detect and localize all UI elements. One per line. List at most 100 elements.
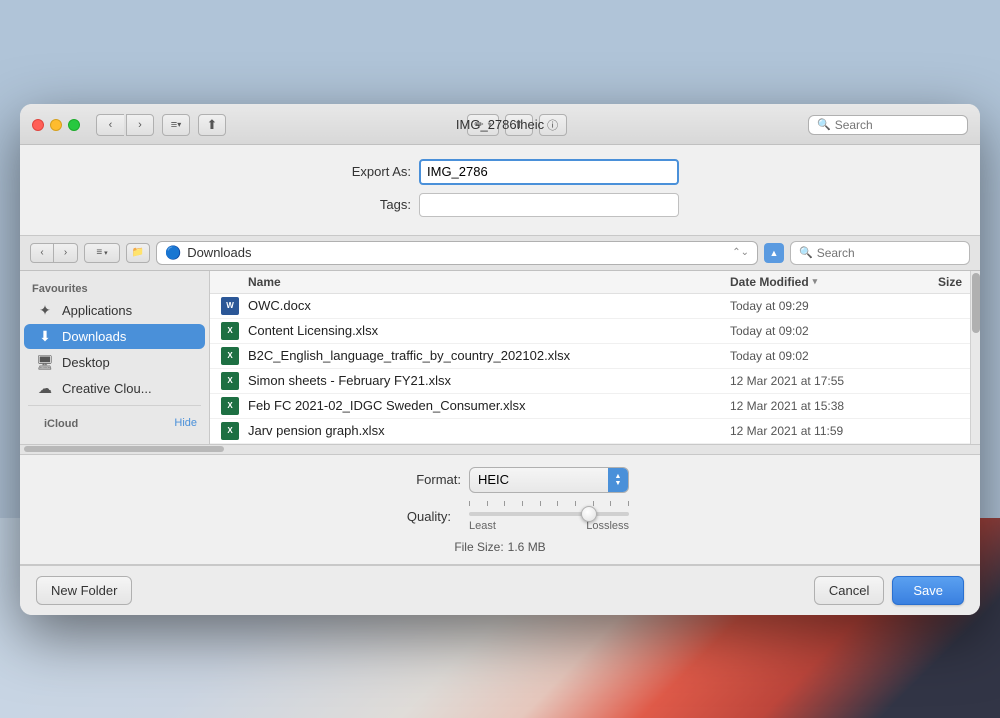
- maximize-button[interactable]: [68, 119, 80, 131]
- sidebar-item-desktop[interactable]: 🖥 Desktop: [24, 350, 205, 375]
- vertical-scrollbar[interactable]: [970, 271, 980, 444]
- sidebar-item-label-desktop: Desktop: [62, 355, 110, 370]
- horizontal-scrollbar[interactable]: [20, 444, 980, 454]
- format-value: HEIC: [478, 472, 509, 487]
- file-icon-docx: W: [218, 297, 242, 315]
- file-date: 12 Mar 2021 at 15:38: [730, 399, 910, 413]
- tick: [504, 501, 505, 506]
- tick: [522, 501, 523, 506]
- tags-label: Tags:: [321, 197, 411, 212]
- view-toggle-button[interactable]: ≡ ▾: [162, 114, 190, 136]
- quality-slider-thumb[interactable]: [581, 506, 597, 522]
- browser-forward-button[interactable]: ›: [54, 243, 78, 263]
- format-section: Format: HEIC ▲▼ Quality:: [20, 454, 980, 565]
- quality-row: Quality: Least: [20, 501, 980, 532]
- sidebar-item-label-applications: Applications: [62, 303, 132, 318]
- table-row[interactable]: W OWC.docx Today at 09:29: [210, 294, 970, 319]
- share-button[interactable]: ⬆: [198, 114, 226, 136]
- export-as-input[interactable]: [419, 159, 679, 185]
- file-icon-xlsx2: X: [218, 347, 242, 365]
- search-icon: 🔍: [817, 118, 831, 131]
- toolbar-search-input[interactable]: [835, 118, 959, 132]
- downloads-icon: ⬇: [36, 328, 54, 345]
- xlsx-icon: X: [221, 372, 239, 390]
- desktop-icon: 🖥: [36, 354, 54, 371]
- tags-row: Tags:: [20, 193, 980, 217]
- table-row[interactable]: X B2C_English_language_traffic_by_countr…: [210, 344, 970, 369]
- col-header-name[interactable]: Name: [210, 275, 730, 289]
- browser-back-button[interactable]: ‹: [30, 243, 54, 263]
- expand-location-button[interactable]: ▲: [764, 243, 784, 263]
- forward-button[interactable]: ›: [126, 114, 154, 136]
- xlsx-icon: X: [221, 322, 239, 340]
- file-list: Name Date Modified ▾ Size W OWC.docx Tod…: [210, 271, 970, 444]
- filesize-label: File Size:: [454, 540, 503, 554]
- col-header-date[interactable]: Date Modified ▾: [730, 275, 910, 289]
- docx-icon: W: [221, 297, 239, 315]
- tick: [487, 501, 488, 506]
- tick: [469, 501, 470, 506]
- browser-toolbar: ‹ › ≡ ▾ 📁 🔵 Downloads ⌃⌄ ▲ 🔍: [20, 236, 980, 271]
- xlsx-icon: X: [221, 397, 239, 415]
- window-title: IMG_2786.heic: [456, 117, 544, 132]
- format-select[interactable]: HEIC ▲▼: [469, 467, 629, 493]
- sidebar-item-label-downloads: Downloads: [62, 329, 126, 344]
- sidebar-icloud-title: iCloud: [32, 414, 90, 432]
- file-date: Today at 09:29: [730, 299, 910, 313]
- sidebar-item-applications[interactable]: ✦ Applications: [24, 298, 205, 323]
- format-dropdown-arrow[interactable]: ▲▼: [608, 468, 628, 492]
- sidebar-item-label-creative-cloud: Creative Clou...: [62, 381, 152, 396]
- new-folder-small-button[interactable]: 📁: [126, 243, 150, 263]
- tags-input[interactable]: [419, 193, 679, 217]
- sidebar-item-downloads[interactable]: ⬇ Downloads: [24, 324, 205, 349]
- sidebar-item-creative-cloud[interactable]: ☁ Creative Clou...: [24, 376, 205, 401]
- save-button[interactable]: Save: [892, 576, 964, 605]
- browser-search-box[interactable]: 🔍: [790, 241, 970, 265]
- sort-arrow-icon: ▾: [813, 276, 818, 287]
- window-title-area: ✏ ▾ ⬆ ⓘ IMG_2786.heic: [234, 114, 800, 136]
- applications-icon: ✦: [36, 302, 54, 319]
- col-header-size: Size: [910, 275, 970, 289]
- tick: [610, 501, 611, 506]
- location-text: Downloads: [187, 245, 726, 260]
- file-list-header: Name Date Modified ▾ Size: [210, 271, 970, 294]
- minimize-button[interactable]: [50, 119, 62, 131]
- file-icon-xlsx3: X: [218, 372, 242, 390]
- browser-search-input[interactable]: [817, 246, 961, 260]
- slider-ticks: [469, 501, 629, 506]
- view-mode-button[interactable]: ≡ ▾: [84, 243, 120, 263]
- cancel-button[interactable]: Cancel: [814, 576, 884, 605]
- close-button[interactable]: [32, 119, 44, 131]
- new-folder-button[interactable]: New Folder: [36, 576, 132, 605]
- back-button[interactable]: ‹: [96, 114, 124, 136]
- icloud-hide-button[interactable]: Hide: [174, 417, 197, 429]
- h-scrollbar-thumb[interactable]: [24, 446, 224, 452]
- file-name: OWC.docx: [242, 298, 730, 313]
- sidebar: Favourites ✦ Applications ⬇ Downloads 🖥 …: [20, 271, 210, 444]
- sidebar-divider: [28, 405, 201, 406]
- format-row: Format: HEIC ▲▼: [20, 467, 980, 493]
- titlebar: ‹ › ≡ ▾ ⬆ ✏ ▾ ⬆ ⓘ IMG_2786.heic 🔍: [20, 104, 980, 145]
- toolbar-search-box[interactable]: 🔍: [808, 115, 968, 135]
- file-icon-xlsx5: X: [218, 422, 242, 440]
- sidebar-favourites-title: Favourites: [20, 279, 209, 297]
- export-as-row: Export As:: [20, 159, 980, 185]
- chevron-icon: ▲▼: [615, 473, 622, 487]
- location-bar[interactable]: 🔵 Downloads ⌃⌄: [156, 241, 758, 265]
- file-date: Today at 09:02: [730, 349, 910, 363]
- export-as-label: Export As:: [321, 164, 411, 179]
- file-icon-xlsx: X: [218, 322, 242, 340]
- tick: [593, 501, 594, 506]
- chevron-up-icon: ▲: [770, 248, 779, 258]
- table-row[interactable]: X Feb FC 2021-02_IDGC Sweden_Consumer.xl…: [210, 394, 970, 419]
- location-chevrons: ⌃⌄: [732, 247, 749, 258]
- toolbar-nav-group: ‹ ›: [96, 114, 154, 136]
- traffic-lights: [32, 119, 80, 131]
- table-row[interactable]: X Jarv pension graph.xlsx 12 Mar 2021 at…: [210, 419, 970, 444]
- scrollbar-thumb[interactable]: [972, 273, 980, 333]
- table-row[interactable]: X Simon sheets - February FY21.xlsx 12 M…: [210, 369, 970, 394]
- table-row[interactable]: X Content Licensing.xlsx Today at 09:02: [210, 319, 970, 344]
- export-form: Export As: Tags:: [20, 145, 980, 236]
- quality-slider-track[interactable]: [469, 512, 629, 516]
- file-name: Feb FC 2021-02_IDGC Sweden_Consumer.xlsx: [242, 398, 730, 413]
